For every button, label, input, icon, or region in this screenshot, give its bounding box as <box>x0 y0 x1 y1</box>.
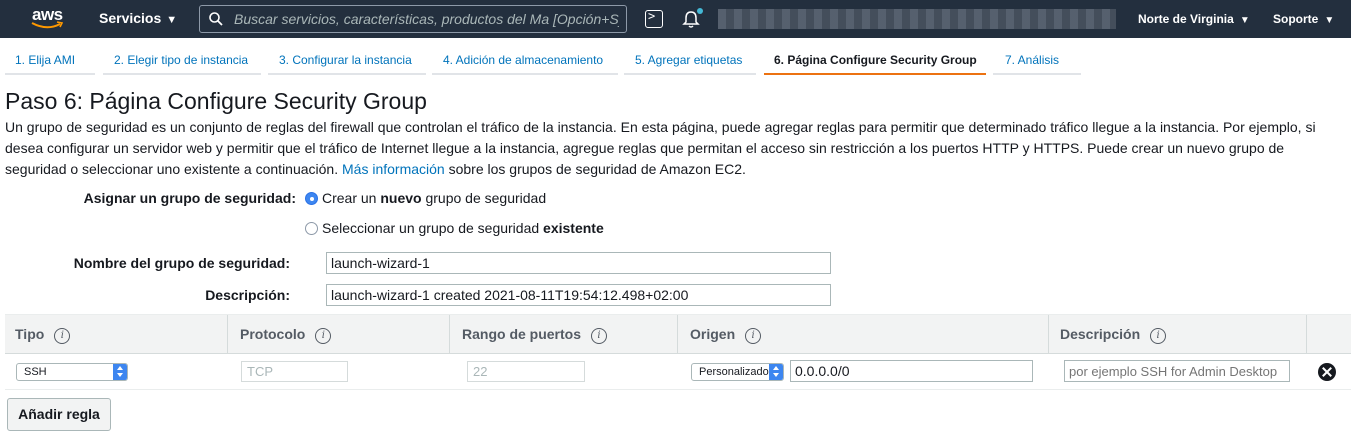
info-icon[interactable]: i <box>315 328 332 344</box>
wizard-step-6[interactable]: 6. Página Configure Security Group <box>774 53 977 67</box>
aws-smile-icon <box>31 21 63 29</box>
top-nav-bar: aws Servicios ▼ > Norte de Virginia ▼ Sopo… <box>0 0 1351 38</box>
column-divider <box>1306 315 1307 354</box>
caret-down-icon: ▼ <box>1239 15 1250 26</box>
column-divider <box>449 315 450 354</box>
option-new-suffix: grupo de seguridad <box>425 190 547 206</box>
rule-description-input[interactable] <box>1064 360 1290 382</box>
option-existing-prefix: Seleccionar un grupo de seguridad <box>322 220 540 236</box>
column-divider <box>227 315 228 354</box>
services-label: Servicios <box>99 10 162 26</box>
rule-type-value: SSH <box>24 366 47 378</box>
description-text-tail: sobre los grupos de seguridad de Amazon … <box>448 161 746 177</box>
rule-port-range-value: 22 <box>473 364 488 379</box>
add-rule-button[interactable]: Añadir regla <box>7 398 111 431</box>
select-arrows-icon <box>769 364 783 380</box>
more-info-link[interactable]: Más información <box>342 161 445 177</box>
wizard-step-5[interactable]: 5. Agregar etiquetas <box>635 53 742 67</box>
column-label: Tipo <box>15 326 45 342</box>
wizard-step-underline <box>5 73 95 75</box>
wizard-step-underline <box>268 73 426 75</box>
select-arrows-icon <box>113 364 127 380</box>
column-header-port-range[interactable]: Rango de puertos i <box>462 326 608 344</box>
security-group-name-label: Nombre del grupo de seguridad: <box>73 255 290 271</box>
wizard-step-4[interactable]: 4. Adición de almacenamiento <box>443 53 603 67</box>
caret-down-icon: ▼ <box>166 14 178 26</box>
column-divider <box>1048 315 1049 354</box>
wizard-step-underline <box>103 73 261 75</box>
aws-logo[interactable]: aws <box>28 5 68 33</box>
info-icon[interactable]: i <box>745 328 762 344</box>
support-menu[interactable]: Soporte ▼ <box>1273 12 1334 26</box>
security-group-name-input[interactable] <box>326 252 831 274</box>
wizard-step-2[interactable]: 2. Elegir tipo de instancia <box>114 53 248 67</box>
search-box[interactable] <box>199 5 627 33</box>
page-description: Un grupo de seguridad es un conjunto de … <box>5 117 1345 180</box>
option-new-prefix: Crear un <box>322 190 377 206</box>
wizard-step-3[interactable]: 3. Configurar la instancia <box>279 53 412 67</box>
delete-rule-icon[interactable] <box>1318 363 1336 381</box>
description-input[interactable] <box>326 284 831 306</box>
search-input[interactable] <box>234 10 619 28</box>
rule-port-range-field: 22 <box>467 361 585 382</box>
column-divider <box>677 315 678 354</box>
radio-create-new[interactable] <box>305 192 318 205</box>
info-icon[interactable]: i <box>54 328 71 344</box>
account-menu-redacted[interactable] <box>718 9 1116 29</box>
option-new-bold: nuevo <box>380 190 422 206</box>
column-header-protocol[interactable]: Protocolo i <box>240 326 332 344</box>
cloudshell-icon[interactable]: > <box>645 9 663 28</box>
rule-source-type-value: Personalizado <box>699 366 769 378</box>
column-label: Descripción <box>1060 326 1141 342</box>
info-icon[interactable]: i <box>591 328 608 344</box>
caret-down-icon: ▼ <box>1324 15 1335 26</box>
wizard-step-7[interactable]: 7. Análisis <box>1005 53 1059 67</box>
wizard-step-underline <box>624 73 756 75</box>
rule-type-select[interactable]: SSH <box>16 363 128 381</box>
rule-source-cidr-input[interactable] <box>790 360 1033 382</box>
option-existing-bold: existente <box>543 220 604 236</box>
notification-dot-icon <box>697 8 703 14</box>
wizard-steps: 1. Elija AMI 2. Elegir tipo de instancia… <box>0 38 1351 76</box>
wizard-step-underline <box>432 73 618 75</box>
column-header-source[interactable]: Origen i <box>690 326 762 344</box>
info-icon[interactable]: i <box>1150 328 1167 344</box>
rules-table-header: Tipo i Protocolo i Rango de puertos i Orige… <box>5 314 1351 354</box>
wizard-step-1[interactable]: 1. Elija AMI <box>15 53 75 67</box>
column-label: Protocolo <box>240 326 306 342</box>
support-label: Soporte <box>1273 12 1319 26</box>
assign-security-group-label: Asignar un grupo de seguridad: <box>83 190 296 206</box>
radio-create-new-label[interactable]: Crear un nuevo grupo de seguridad <box>322 190 546 206</box>
region-selector[interactable]: Norte de Virginia ▼ <box>1138 12 1250 26</box>
description-label: Descripción: <box>205 287 290 303</box>
column-header-type[interactable]: Tipo i <box>15 326 71 344</box>
rule-source-type-select[interactable]: Personalizado <box>691 363 784 381</box>
search-icon <box>209 12 223 26</box>
column-label: Origen <box>690 326 736 342</box>
radio-select-existing[interactable] <box>305 222 318 235</box>
wizard-step-underline <box>993 73 1081 75</box>
region-label: Norte de Virginia <box>1138 12 1234 26</box>
wizard-step-underline-active <box>764 73 986 75</box>
page-title: Paso 6: Página Configure Security Group <box>5 88 427 114</box>
column-header-description[interactable]: Descripción i <box>1060 326 1167 344</box>
services-menu-button[interactable]: Servicios ▼ <box>99 10 177 26</box>
rule-protocol-value: TCP <box>247 364 273 379</box>
radio-select-existing-label[interactable]: Seleccionar un grupo de seguridad existe… <box>322 220 604 236</box>
rule-protocol-field: TCP <box>241 361 348 382</box>
column-label: Rango de puertos <box>462 326 582 342</box>
